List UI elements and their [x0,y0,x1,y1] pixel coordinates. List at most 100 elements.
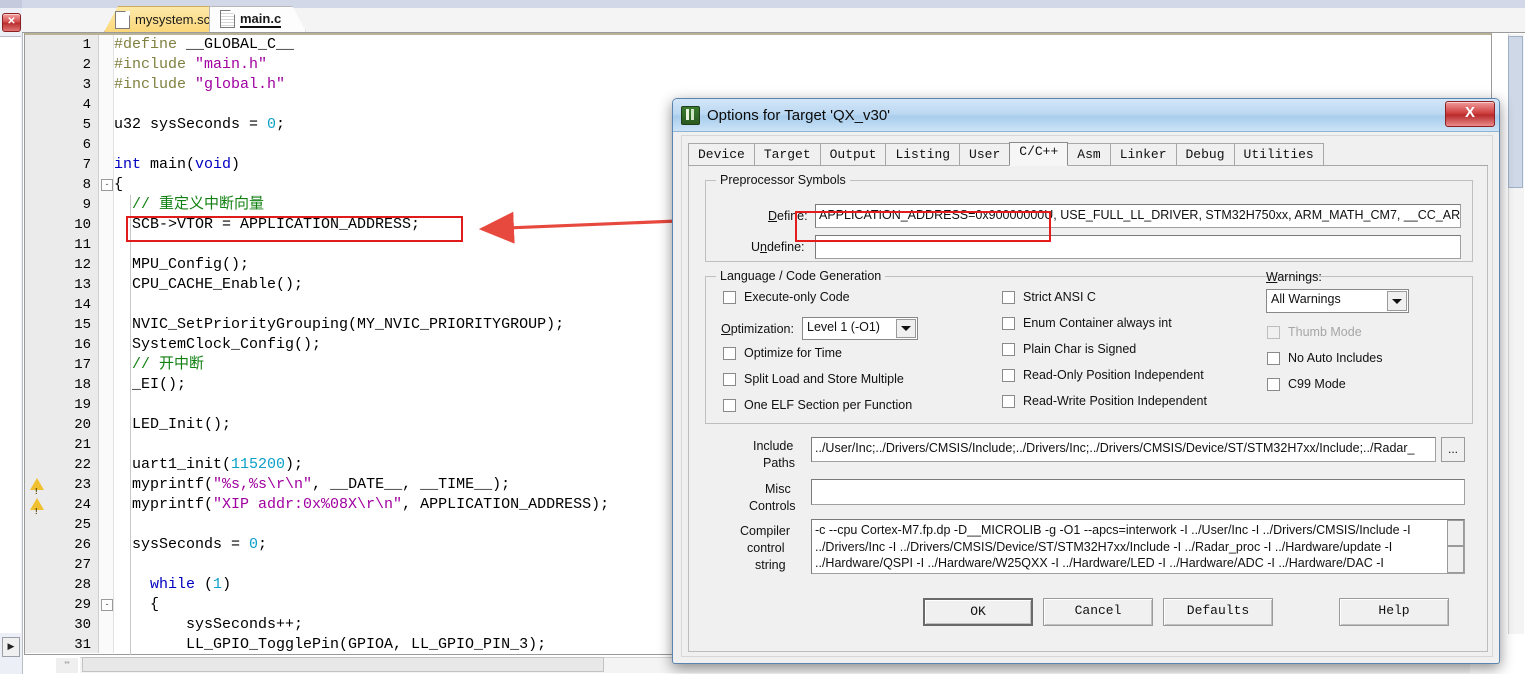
editor-tab-strip: mysystem.sct main.c [22,0,1525,33]
code-text: LED_Init(); [114,415,231,435]
line-number: 5 [82,117,91,133]
code-text: #include "main.h" [114,55,267,75]
checkbox-optimize-for-time[interactable] [723,347,736,360]
code-line: 1 #define __GLOBAL_C__ [0,35,1468,55]
indent-guide [130,195,131,655]
warnings-value: All Warnings [1271,292,1341,306]
tab-main-c[interactable]: main.c [209,6,306,32]
undefine-label: Undefine: [751,240,805,254]
checkbox-c99-mode[interactable] [1267,378,1280,391]
optimization-select[interactable]: Level 1 (-O1) [802,317,918,340]
code-text: SystemClock_Config(); [114,335,321,355]
line-number: 14 [74,297,91,313]
cancel-button[interactable]: Cancel [1043,598,1153,626]
checkbox-read-only-position-independent[interactable] [1002,369,1015,382]
code-text: #define __GLOBAL_C__ [114,35,294,55]
checkbox-plain-char-is-signed[interactable] [1002,343,1015,356]
code-token: { [114,176,124,193]
checkbox-thumb-mode [1267,326,1280,339]
code-token: LED_Init(); [114,416,232,433]
code-token: sysSeconds++; [114,616,304,633]
checkbox-enum-container-always-int[interactable] [1002,317,1015,330]
help-button[interactable]: Help [1339,598,1449,626]
misc-controls-input[interactable] [811,479,1465,505]
code-token: SystemClock_Config(); [114,336,322,353]
dialog-title-bar[interactable]: Options for Target 'QX_v30' X [673,99,1499,132]
label-c99-mode: C99 Mode [1288,377,1346,391]
checkbox-no-auto-includes[interactable] [1267,352,1280,365]
code-text: _EI(); [114,375,186,395]
ok-button[interactable]: OK [923,598,1033,626]
include-paths-label-line2: Paths [763,456,795,470]
dialog-close-button[interactable]: X [1445,101,1495,127]
checkbox-read-write-position-independent[interactable] [1002,395,1015,408]
code-text: u32 sysSeconds = 0; [114,115,285,135]
line-number: 3 [82,77,91,93]
line-number: 20 [74,417,91,433]
group-title: Language / Code Generation [716,269,886,283]
dialog-tab-c-c[interactable]: C/C++ [1009,142,1069,166]
compiler-scroll-up-button[interactable] [1447,520,1464,546]
code-text: uart1_init(115200); [114,455,303,475]
code-token: sysSeconds = [114,536,250,553]
code-text: myprintf("XIP addr:0x%08X\r\n", APPLICAT… [114,495,609,515]
label-one-elf-section-per-function: One ELF Section per Function [744,398,913,412]
label-split-load-and-store-multiple: Split Load and Store Multiple [744,372,904,386]
dialog-tab-user[interactable]: User [959,143,1011,166]
editor-vertical-scroll-thumb[interactable] [1508,36,1523,188]
fold-toggle-icon[interactable]: - [101,599,113,611]
code-token: ; [276,116,286,133]
dialog-tab-label: User [969,147,1001,162]
define-highlight-box [795,211,1051,242]
compiler-control-label-line3: string [755,558,786,572]
dialog-tab-debug[interactable]: Debug [1175,143,1235,166]
dialog-tab-bar[interactable]: Device Target Output Listing User C/C++ Asm Lin… [688,142,1324,166]
dialog-tab-listing[interactable]: Listing [885,143,961,166]
code-text: LL_GPIO_TogglePin(GPIOA, LL_GPIO_PIN_3); [114,635,546,655]
options-for-target-dialog: Options for Target 'QX_v30' X Device Targ… [672,98,1500,664]
checkbox-split-load-and-store-multiple[interactable] [723,373,736,386]
line-number: 13 [74,277,91,293]
misc-controls-label-line1: Misc [765,482,791,496]
label-plain-char-is-signed: Plain Char is Signed [1023,342,1137,356]
dialog-tab-asm[interactable]: Asm [1067,143,1111,166]
dialog-tab-label: Debug [1185,147,1225,162]
dialog-tab-label: Device [698,147,745,162]
dialog-tab-device[interactable]: Device [688,143,755,166]
tab-mysystem-sct[interactable]: mysystem.sct [104,6,227,32]
compiler-scroll-down-button[interactable] [1447,546,1464,573]
checkbox-execute-only-code[interactable] [723,291,736,304]
editor-horizontal-scroll-thumb[interactable] [82,657,604,672]
tab-label: main.c [240,10,282,26]
line-number: 4 [82,97,91,113]
code-token: NVIC_SetPriorityGrouping(MY_NVIC_PRIORIT… [114,316,565,333]
checkbox-strict-ansi-c[interactable] [1002,291,1015,304]
line-number: 27 [74,557,91,573]
optimization-value: Level 1 (-O1) [807,320,880,334]
include-paths-input[interactable]: ../User/Inc;../Drivers/CMSIS/Include;../… [811,437,1436,462]
defaults-button[interactable]: Defaults [1163,598,1273,626]
fold-toggle-icon[interactable]: - [101,179,113,191]
chevron-down-icon[interactable] [1387,291,1407,311]
compiler-control-string-input[interactable]: -c --cpu Cortex-M7.fp.dp -D__MICROLIB -g… [811,519,1465,574]
dialog-tab-target[interactable]: Target [753,143,821,166]
dialog-tab-label: Target [763,147,811,162]
line-number: 21 [74,437,91,453]
chevron-down-icon[interactable] [896,319,916,338]
dialog-tab-linker[interactable]: Linker [1109,143,1177,166]
warnings-select[interactable]: All Warnings [1266,289,1409,313]
include-paths-browse-button[interactable]: ... [1441,437,1465,462]
dialog-tab-utilities[interactable]: Utilities [1233,143,1324,166]
code-token: main( [141,156,196,173]
code-token: MPU_Config(); [114,256,250,273]
code-token: "XIP addr:0x%08X\r\n" [213,496,403,513]
line-number: 16 [74,337,91,353]
close-icon[interactable]: ✕ [2,13,21,32]
code-text: sysSeconds++; [114,615,303,635]
editor-scroll-corner: ''' [56,658,78,673]
checkbox-one-elf-section-per-function[interactable] [723,399,736,412]
dialog-tab-label: Output [829,147,877,162]
dialog-tab-output[interactable]: Output [819,143,887,166]
code-text: { [114,175,123,195]
